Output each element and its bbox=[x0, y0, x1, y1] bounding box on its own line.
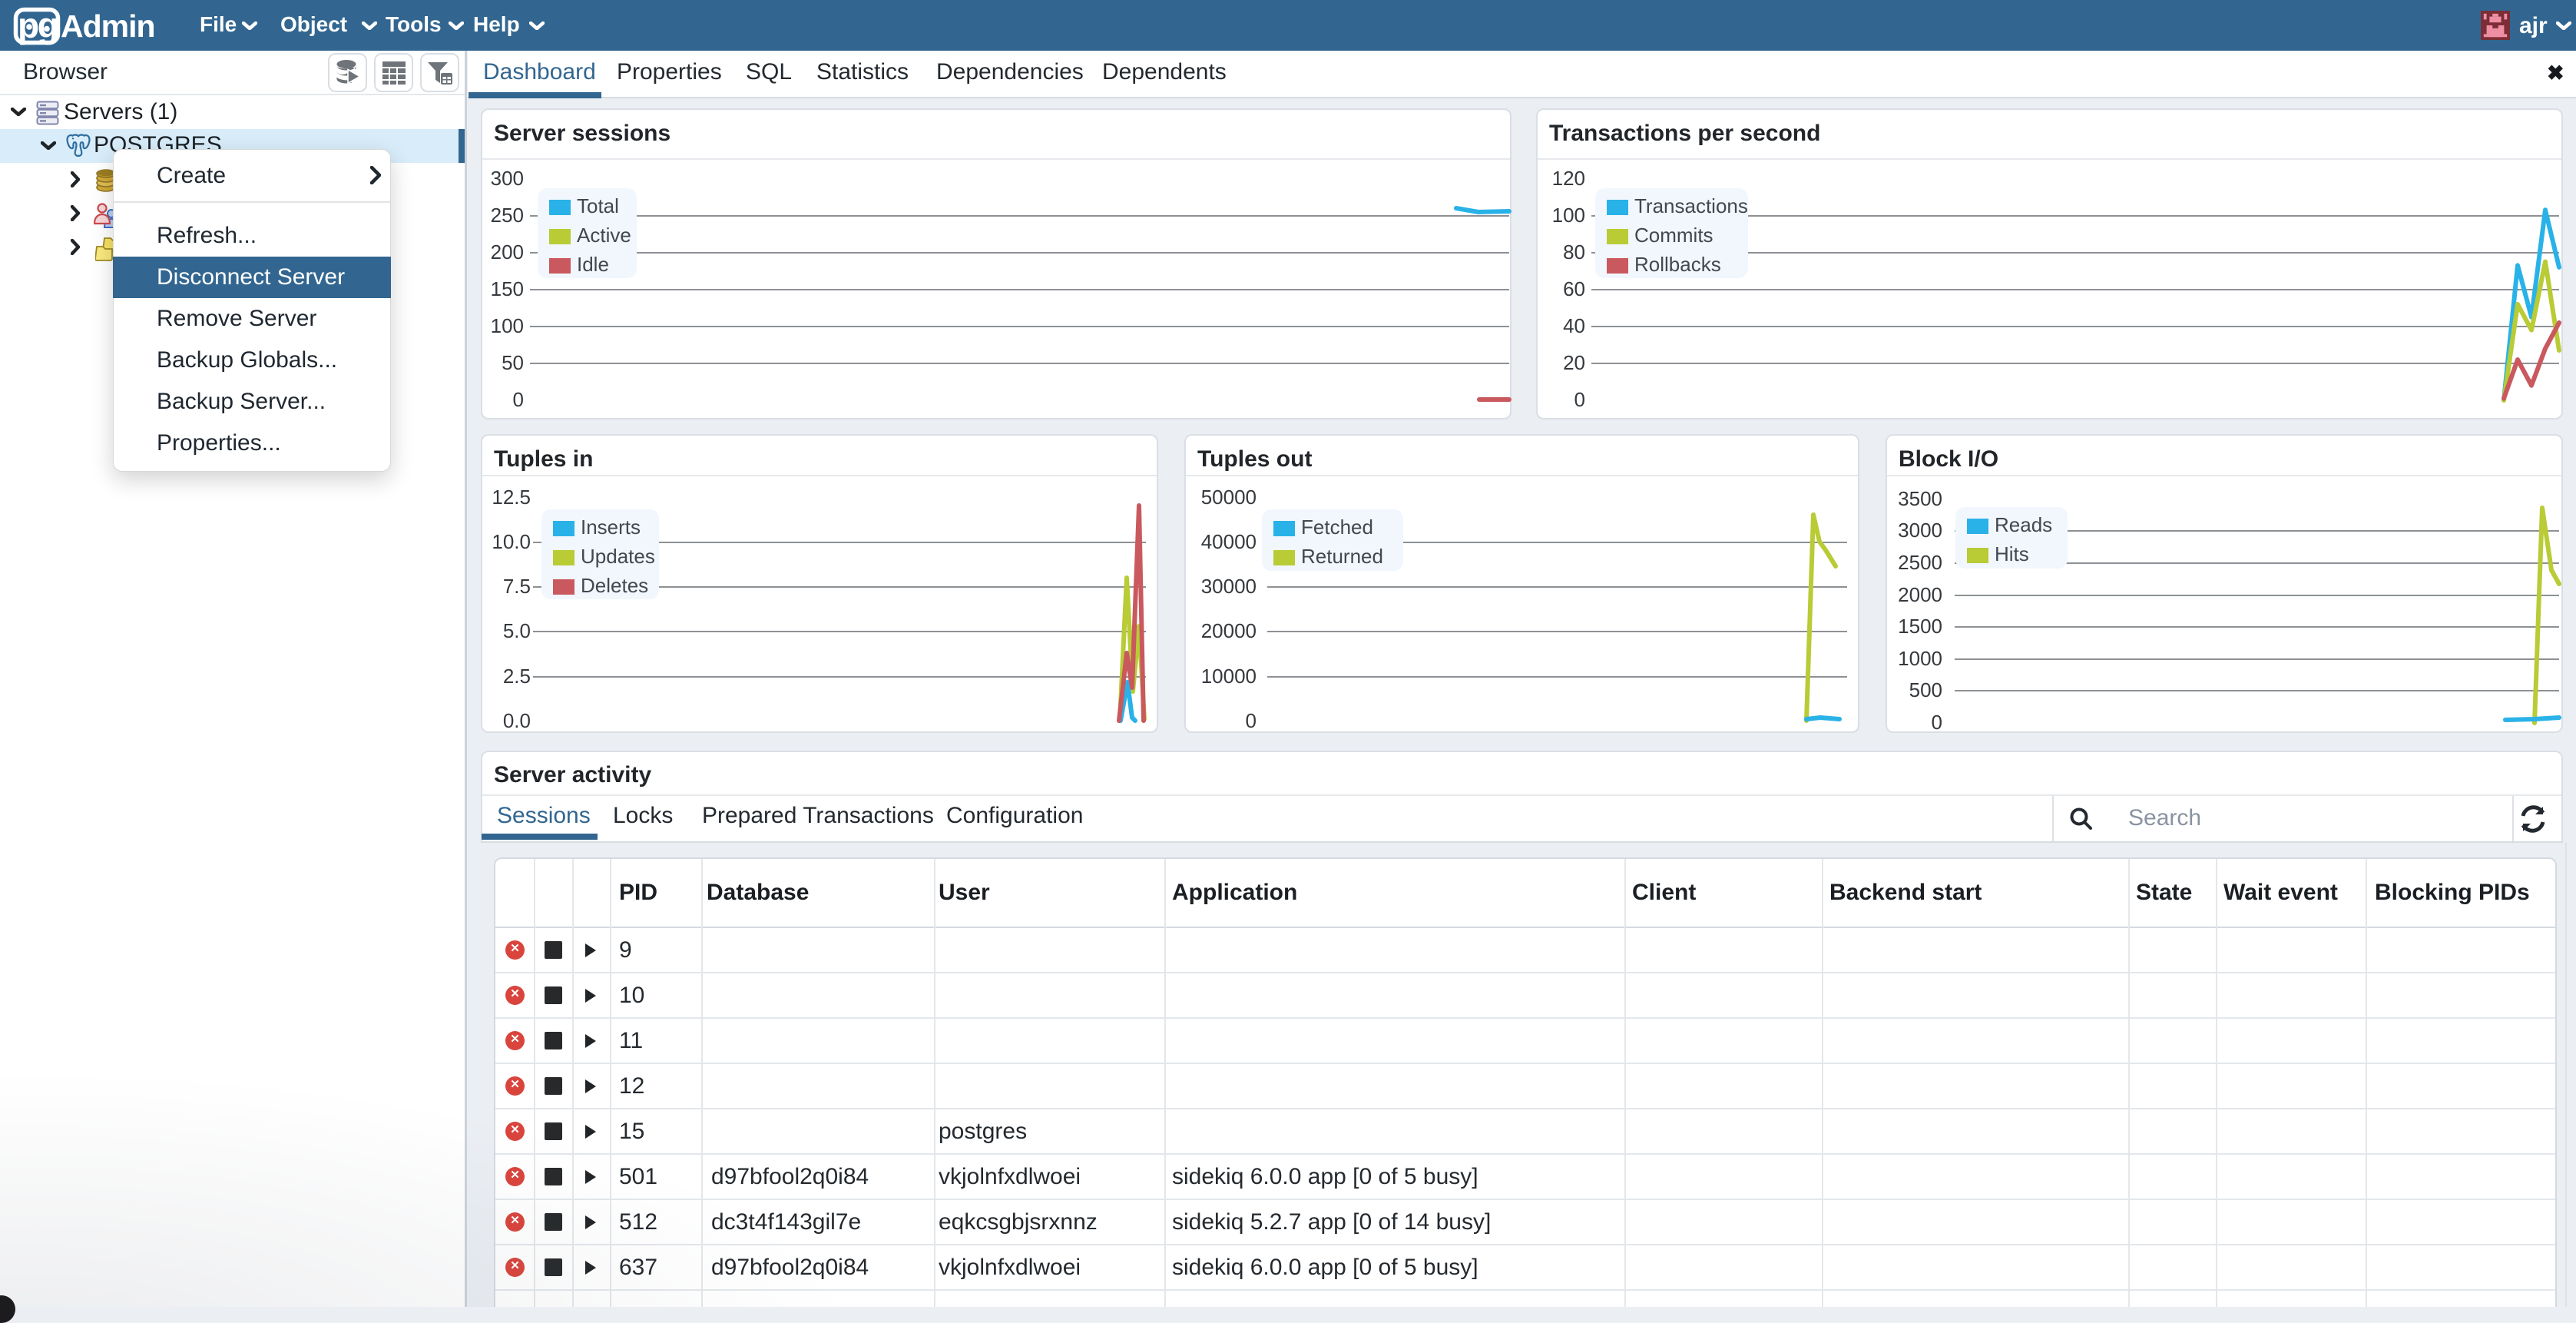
svg-text:Admin: Admin bbox=[61, 8, 155, 44]
svg-text:pg: pg bbox=[18, 5, 58, 45]
